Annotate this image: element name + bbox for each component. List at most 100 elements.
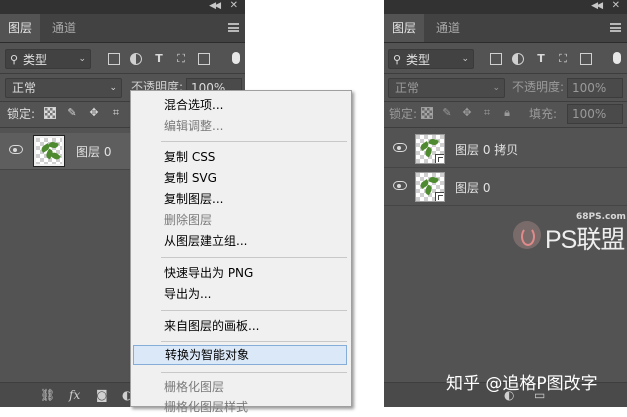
blend-mode-value: 正常	[12, 81, 37, 95]
menu-item-copy-css[interactable]: 复制 CSS	[131, 147, 351, 167]
blend-mode-select[interactable]: 正常 ⌄	[388, 78, 505, 98]
panel-menu-icon[interactable]	[228, 23, 239, 32]
blend-mode-select[interactable]: 正常 ⌄	[5, 78, 122, 98]
tab-layers[interactable]: 图层	[0, 14, 41, 42]
lock-artboard-icon[interactable]: ⌗	[481, 107, 493, 119]
watermark-logo-icon	[513, 221, 541, 249]
chevron-down-icon: ⌄	[492, 83, 500, 93]
layer-name[interactable]: 图层 0 拷贝	[455, 141, 518, 158]
filter-label: 类型	[406, 53, 431, 67]
layer-row[interactable]: 图层 0	[384, 169, 627, 206]
lock-position-icon[interactable]: ✥	[461, 107, 473, 119]
layer-name[interactable]: 图层 0	[76, 143, 111, 160]
lock-image-pixels-icon[interactable]: ✎	[66, 107, 78, 119]
divider	[0, 73, 245, 74]
close-panel-icon[interactable]: ✕	[230, 0, 238, 11]
menu-item-copy-svg[interactable]: 复制 SVG	[131, 168, 351, 188]
panel-top-strip: ◀◀ ✕	[0, 0, 245, 14]
divider	[384, 73, 627, 74]
menu-separator	[161, 310, 347, 311]
menu-separator	[161, 341, 347, 342]
filter-label: 类型	[23, 53, 48, 67]
chevron-down-icon: ⌄	[78, 54, 86, 64]
layer-context-menu: 混合选项... 编辑调整... 复制 CSS 复制 SVG 复制图层... 删除…	[130, 90, 352, 414]
lock-transparent-pixels-icon[interactable]	[44, 107, 56, 119]
watermark-logo-text: PS联盟	[545, 226, 625, 254]
search-icon: ⚲	[393, 53, 402, 66]
menu-item-group-from-layers[interactable]: 从图层建立组...	[131, 231, 351, 251]
lock-position-icon[interactable]: ✥	[88, 107, 100, 119]
layers-panel-right: ◀◀ ✕ 图层 通道 ⚲ 类型 ⌄ T ⛶ 正常 ⌄ 不透明度: 100% 锁定…	[384, 0, 627, 407]
panel-top-strip: ◀◀ ✕	[384, 0, 627, 14]
lock-image-pixels-icon[interactable]: ✎	[441, 107, 453, 119]
menu-separator	[161, 257, 347, 258]
layer-filter-dropdown[interactable]: ⚲ 类型 ⌄	[388, 49, 474, 69]
menu-item-rasterize-layer-style: 栅格化图层样式	[164, 400, 249, 414]
divider	[384, 127, 627, 128]
pixel-layer-filter-icon[interactable]	[108, 53, 120, 65]
menu-item-duplicate-layer[interactable]: 复制图层...	[131, 189, 351, 209]
panel-tab-bar: 图层 通道	[0, 14, 245, 43]
type-layer-filter-icon[interactable]: T	[535, 53, 547, 65]
layer-name[interactable]: 图层 0	[455, 179, 490, 196]
visibility-eye-icon[interactable]	[9, 145, 23, 154]
filter-toggle[interactable]	[232, 52, 240, 64]
watermark-zhihu: 知乎 @追格P图改字	[446, 374, 598, 394]
smart-object-badge-icon	[435, 154, 444, 163]
adjustment-layer-filter-icon[interactable]	[130, 53, 142, 65]
pixel-layer-filter-icon[interactable]	[490, 53, 502, 65]
fill-label: 填充:	[529, 107, 558, 121]
chevron-down-icon: ⌄	[109, 83, 117, 93]
menu-separator	[161, 372, 347, 373]
link-layers-icon[interactable]: ⛓	[40, 388, 55, 402]
filter-toggle[interactable]	[613, 52, 621, 64]
adjustment-layer-filter-icon[interactable]	[512, 53, 524, 65]
visibility-eye-icon[interactable]	[393, 181, 407, 190]
chevron-down-icon: ⌄	[461, 54, 469, 64]
opacity-label: 不透明度:	[512, 80, 565, 94]
collapse-panel-icon[interactable]: ◀◀	[209, 1, 221, 11]
layer-thumbnail	[415, 172, 445, 202]
leaf-shape	[428, 175, 439, 185]
panel-menu-icon[interactable]	[610, 23, 621, 32]
close-panel-icon[interactable]: ✕	[612, 0, 620, 11]
lock-label: 锁定:	[389, 107, 418, 121]
smart-object-filter-icon[interactable]	[580, 53, 592, 65]
lock-all-icon[interactable]: 🔒︎	[501, 107, 513, 119]
layer-row[interactable]: 图层 0 拷贝	[384, 131, 627, 168]
menu-item-edit-adjustment: 编辑调整...	[164, 119, 224, 133]
menu-item-convert-to-smart-object[interactable]: 转换为智能对象	[133, 345, 347, 365]
collapse-panel-icon[interactable]: ◀◀	[591, 1, 603, 11]
panel-tab-bar: 图层 通道	[384, 14, 627, 43]
opacity-input[interactable]: 100%	[567, 78, 623, 98]
menu-separator	[161, 141, 347, 142]
layer-thumbnail	[415, 134, 445, 164]
add-mask-icon[interactable]: ◙	[96, 388, 108, 402]
lock-label: 锁定:	[7, 107, 36, 121]
leaf-shape	[428, 137, 439, 147]
shape-layer-filter-icon[interactable]: ⛶	[175, 53, 187, 65]
shape-layer-filter-icon[interactable]: ⛶	[557, 53, 569, 65]
menu-item-export-as[interactable]: 导出为...	[131, 284, 351, 304]
visibility-eye-icon[interactable]	[393, 143, 407, 152]
tab-channels[interactable]: 通道	[428, 14, 468, 42]
menu-item-quick-export-png[interactable]: 快速导出为 PNG	[131, 263, 351, 283]
lock-artboard-icon[interactable]: ⌗	[110, 107, 122, 119]
fill-input[interactable]: 100%	[567, 104, 623, 124]
leaf-shape	[50, 150, 61, 162]
tab-layers[interactable]: 图层	[384, 14, 425, 42]
menu-item-artboard-from-layers[interactable]: 来自图层的画板...	[131, 316, 351, 336]
search-icon: ⚲	[10, 53, 19, 66]
blend-mode-value: 正常	[395, 81, 420, 95]
lock-transparent-pixels-icon[interactable]	[421, 107, 433, 119]
layer-style-fx-icon[interactable]: fx	[69, 388, 80, 402]
smart-object-badge-icon	[435, 192, 444, 201]
menu-item-rasterize-layer: 栅格化图层	[164, 380, 225, 394]
layer-filter-dropdown[interactable]: ⚲ 类型 ⌄	[5, 49, 91, 69]
menu-item-delete-layer: 删除图层	[164, 213, 213, 227]
type-layer-filter-icon[interactable]: T	[153, 53, 165, 65]
menu-item-blending-options[interactable]: 混合选项...	[131, 95, 351, 115]
tab-channels[interactable]: 通道	[44, 14, 84, 42]
smart-object-filter-icon[interactable]	[198, 53, 210, 65]
divider	[384, 101, 627, 102]
